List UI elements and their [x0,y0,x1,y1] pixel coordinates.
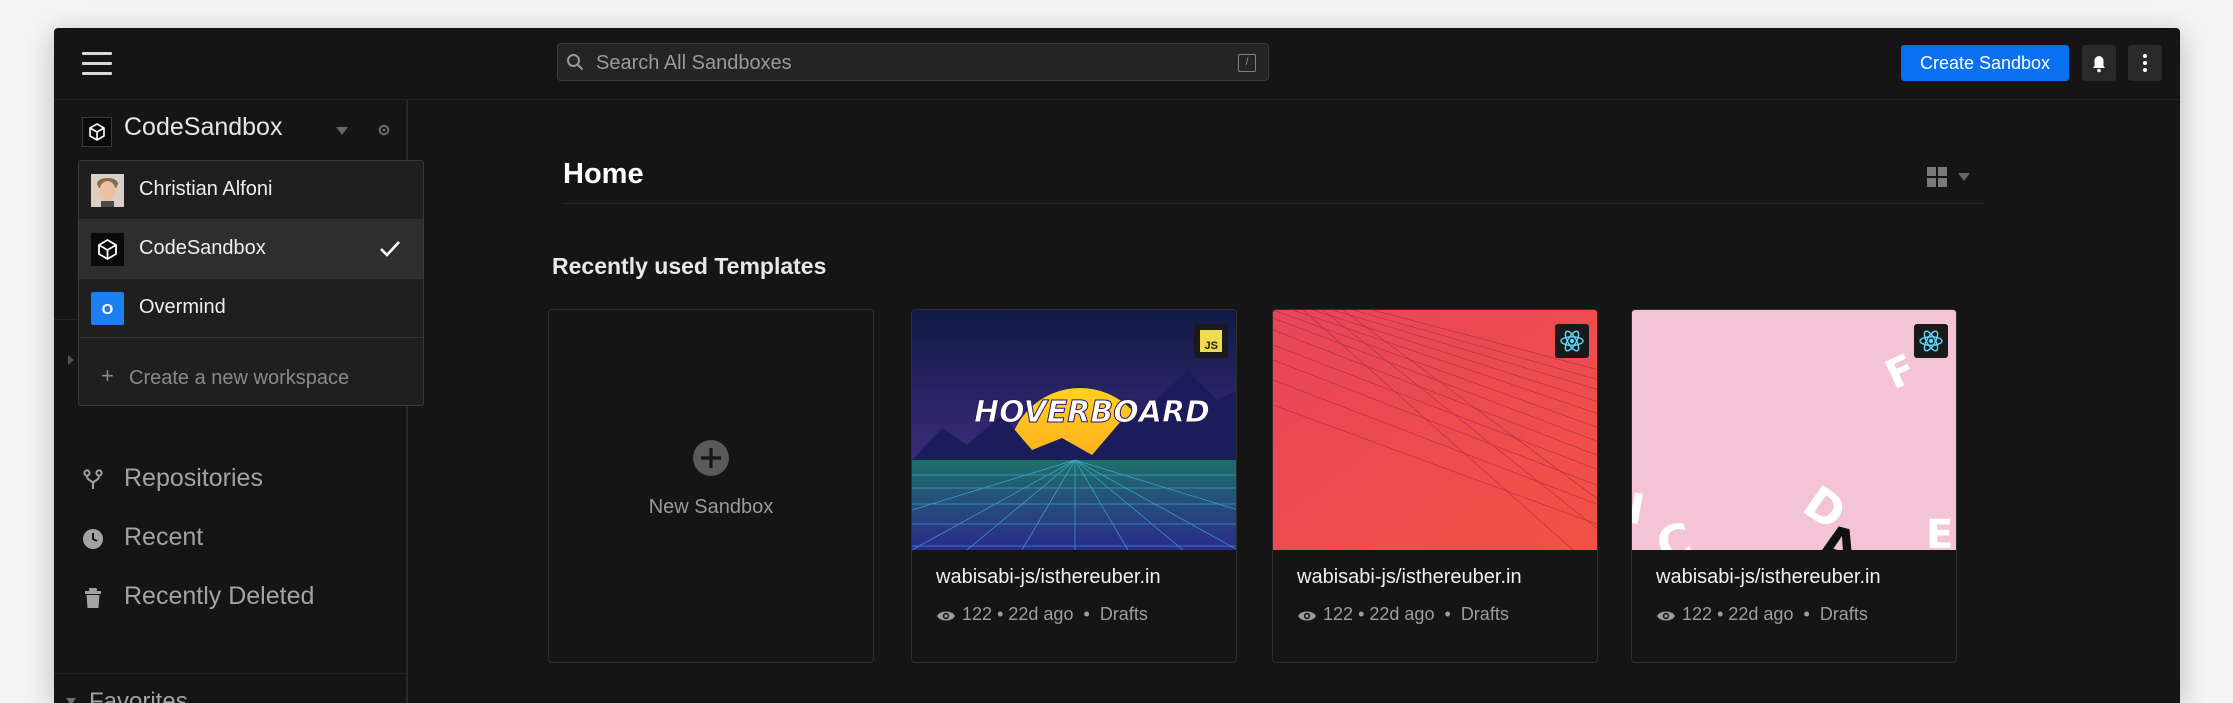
section-title: Recently used Templates [552,253,827,279]
workspace-option-label: Overmind [139,296,226,318]
shortcut-hint: / [1238,54,1256,72]
js-template-icon: JS [1194,324,1228,358]
template-thumbnail: HOVERBOARD JS [912,310,1236,550]
eye-icon [1298,611,1316,621]
lines-artwork [1273,310,1597,550]
top-bar: / Create Sandbox [54,28,2180,100]
favorites-header[interactable]: Favorites [89,688,188,703]
svg-text:JS: JS [1205,340,1218,352]
react-template-icon [1914,324,1948,358]
gear-icon[interactable] [378,124,390,136]
separator: • [997,604,1004,624]
new-sandbox-label: New Sandbox [648,496,774,518]
workspace-option-christian-alfoni[interactable]: Christian Alfoni [79,161,423,219]
divider [563,203,1983,204]
workspace-name[interactable]: CodeSandbox [124,113,282,142]
sidebar-item-label: Repositories [124,464,263,492]
expand-arrow-icon[interactable] [68,355,74,365]
divider [54,673,406,674]
template-card[interactable]: F D C I E A wabisabi-js/isthereuber.in 1… [1631,309,1957,663]
create-workspace-button[interactable]: + Create a new workspace [79,351,423,405]
workspace-option-label: CodeSandbox [139,237,266,259]
hoverboard-artwork: HOVERBOARD [912,310,1236,550]
search-input[interactable] [594,44,1198,82]
card-title: wabisabi-js/isthereuber.in [1297,566,1522,588]
workspace-option-codesandbox[interactable]: CodeSandbox [79,220,423,278]
notifications-button[interactable] [2082,45,2116,81]
card-meta: 122 • 22d ago • Drafts [1297,604,1509,625]
svg-text:E: E [1926,512,1953,550]
separator: • [1798,604,1815,624]
template-thumbnail [1273,310,1597,550]
clock-icon [83,529,103,549]
create-workspace-label: Create a new workspace [129,367,350,389]
card-age: 22d ago [1369,604,1435,624]
divider [79,337,423,338]
separator: • [1358,604,1365,624]
separator: • [1717,604,1724,624]
page-title: Home [563,158,644,190]
sidebar-item-label: Recently Deleted [124,582,315,610]
eye-icon [937,611,955,621]
checkmark-icon [380,241,400,257]
eye-icon [1657,611,1675,621]
new-sandbox-card[interactable]: New Sandbox [548,309,874,663]
chevron-down-icon[interactable] [66,698,76,703]
letters-artwork: F D C I E A [1632,310,1956,550]
grid-view-icon[interactable] [1926,166,1948,188]
card-folder: Drafts [1819,604,1868,624]
plus-circle-icon [693,440,729,476]
view-count: 122 [1323,604,1354,624]
sidebar-item-recent[interactable]: Recent [82,521,382,557]
sidebar-item-recently-deleted[interactable]: Recently Deleted [82,580,382,616]
card-title: wabisabi-js/isthereuber.in [936,566,1161,588]
template-thumbnail: F D C I E A [1632,310,1956,550]
more-options-button[interactable] [2128,45,2162,81]
svg-text:HOVERBOARD: HOVERBOARD [974,395,1210,430]
template-card[interactable]: wabisabi-js/isthereuber.in 122 • 22d ago… [1272,309,1598,663]
sidebar-item-label: Recent [124,523,204,551]
svg-text:O: O [102,301,114,318]
codesandbox-logo-icon [91,233,124,266]
card-folder: Drafts [1460,604,1509,624]
separator: • [1078,604,1095,624]
overmind-avatar: O [91,292,124,325]
card-meta: 122 • 22d ago • Drafts [1656,604,1868,625]
react-template-icon [1555,324,1589,358]
card-title: wabisabi-js/isthereuber.in [1656,566,1881,588]
chevron-down-icon[interactable] [336,127,348,135]
workspace-option-overmind[interactable]: O Overmind [79,279,423,337]
fork-icon [83,469,103,489]
trash-icon [85,588,101,608]
menu-icon[interactable] [82,52,112,76]
sidebar-item-repositories[interactable]: Repositories [82,462,382,498]
codesandbox-logo-icon [82,117,112,147]
card-meta: 122 • 22d ago • Drafts [936,604,1148,625]
bell-icon [2093,56,2105,73]
user-avatar [91,174,124,207]
workspace-dropdown: Christian Alfoni CodeSandbox O Overmind … [78,160,424,406]
app-window: / Create Sandbox CodeSandbox [54,28,2180,703]
card-age: 22d ago [1728,604,1794,624]
view-count: 122 [962,604,993,624]
view-options-chevron-icon[interactable] [1958,173,1970,181]
plus-icon: + [101,363,114,388]
card-folder: Drafts [1099,604,1148,624]
template-card[interactable]: HOVERBOARD JS wabisabi-js/isthereuber.in… [911,309,1237,663]
more-vertical-icon [2143,54,2147,72]
view-count: 122 [1682,604,1713,624]
search-box[interactable]: / [557,43,1269,82]
create-sandbox-button[interactable]: Create Sandbox [1901,45,2069,81]
search-icon [567,54,584,71]
card-age: 22d ago [1008,604,1074,624]
workspace-option-label: Christian Alfoni [139,178,273,200]
separator: • [1439,604,1456,624]
